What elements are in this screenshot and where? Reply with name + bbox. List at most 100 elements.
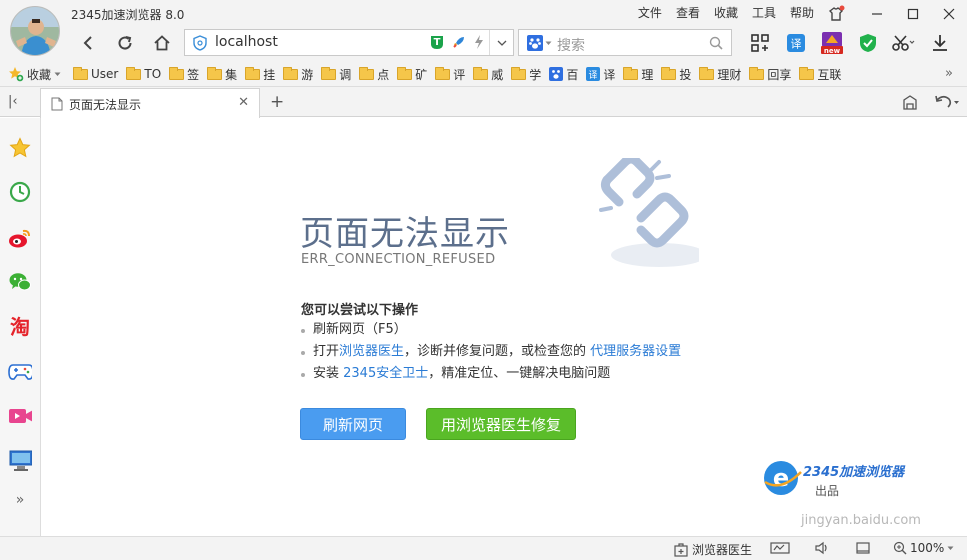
bookmark-item[interactable]: 游	[283, 66, 313, 83]
bookmark-item[interactable]: 投	[661, 66, 691, 83]
maximize-icon[interactable]	[895, 0, 931, 28]
status-doctor-button[interactable]: 浏览器医生	[674, 541, 752, 558]
download-icon[interactable]	[922, 31, 958, 55]
tab-active[interactable]: 页面无法显示 ✕	[40, 88, 260, 118]
address-url[interactable]: localhost	[215, 34, 278, 50]
folder-icon	[799, 66, 815, 80]
bookmark-item[interactable]: 理财	[699, 66, 741, 83]
tip-doctor: 打开浏览器医生，诊断并修复问题，或检查您的 代理服务器设置	[301, 341, 681, 363]
favorites-menu[interactable]: 收藏	[8, 66, 61, 83]
bookmark-item[interactable]: 互联	[799, 66, 841, 83]
broken-link-icon	[599, 158, 699, 267]
error-page: 页面无法显示 ERR_CONNECTION_REFUSED 您可以尝试以下操作 …	[41, 118, 967, 536]
sidebar-taobao[interactable]: 淘	[8, 314, 32, 338]
bookmark-item[interactable]: 签	[169, 66, 199, 83]
address-bar[interactable]: localhost T	[184, 29, 514, 56]
sidebar-favorites[interactable]	[8, 136, 32, 160]
security-guard-link[interactable]: 2345安全卫士	[343, 366, 428, 381]
reload-button[interactable]	[113, 31, 137, 55]
address-dropdown-button[interactable]	[489, 30, 513, 55]
star-add-icon	[9, 67, 24, 82]
scissors-icon[interactable]	[886, 31, 922, 55]
speed-icon[interactable]	[770, 541, 790, 555]
bookmark-item[interactable]: 调	[321, 66, 351, 83]
back-arrow-icon	[83, 36, 92, 50]
bookmarks-more-icon[interactable]: »	[945, 66, 953, 81]
tips-list: 刷新网页（F5） 打开浏览器医生，诊断并修复问题，或检查您的 代理服务器设置 安…	[301, 319, 681, 385]
status-bar: 浏览器医生 100%	[0, 536, 967, 560]
volume-icon[interactable]	[814, 541, 830, 555]
svg-text:译: 译	[589, 70, 598, 81]
search-icon[interactable]	[709, 36, 723, 50]
menu-help[interactable]: 帮助	[783, 5, 821, 21]
minimize-icon[interactable]	[859, 0, 895, 28]
new-game-icon[interactable]: new	[814, 31, 850, 55]
bookmark-item[interactable]: 集	[207, 66, 237, 83]
chevron-down-icon	[54, 72, 61, 76]
sidebar-weibo[interactable]	[8, 226, 32, 250]
sidebar-games[interactable]	[8, 360, 32, 384]
search-box[interactable]: 搜索	[518, 29, 732, 56]
taobao-icon: 淘	[10, 315, 30, 338]
folder-icon	[661, 66, 677, 80]
bookmark-item[interactable]: 点	[359, 66, 389, 83]
apps-grid-icon[interactable]	[742, 31, 778, 55]
tab-close-icon[interactable]: ✕	[238, 95, 249, 110]
menu-view[interactable]: 查看	[669, 5, 707, 21]
folder-icon	[749, 66, 765, 80]
zoom-control[interactable]: 100%	[893, 541, 954, 555]
translate-t-icon[interactable]: T	[429, 34, 445, 50]
lightning-icon[interactable]	[473, 34, 485, 50]
window-mode-icon[interactable]	[855, 541, 871, 555]
security-shield-icon[interactable]	[850, 31, 886, 55]
browser-doctor-link[interactable]: 浏览器医生	[339, 344, 404, 359]
proxy-settings-link[interactable]: 代理服务器设置	[590, 344, 681, 359]
svg-text:T: T	[434, 37, 441, 48]
brand-logo: e 2345加速浏览器 出品	[761, 458, 904, 501]
sidebar-computer[interactable]	[8, 448, 32, 472]
folder-icon	[169, 66, 185, 80]
svg-text:e: e	[773, 464, 789, 492]
menu-favorites[interactable]: 收藏	[707, 5, 745, 21]
folder-icon	[623, 66, 639, 80]
baidu-paw-icon	[527, 35, 543, 51]
sidebar-wechat[interactable]	[8, 270, 32, 294]
app-title: 2345加速浏览器 8.0	[71, 8, 185, 22]
rocket-icon[interactable]	[451, 34, 467, 50]
sidebar-toggle-icon[interactable]: |‹	[8, 94, 18, 109]
bookmark-item[interactable]: 矿	[397, 66, 427, 83]
bookmark-item[interactable]: 百	[549, 66, 578, 83]
refresh-button[interactable]: 刷新网页	[300, 408, 406, 440]
doctor-fix-button[interactable]: 用浏览器医生修复	[426, 408, 576, 440]
new-tab-button[interactable]: +	[270, 92, 284, 112]
sidebar-more-icon[interactable]: »	[8, 488, 32, 512]
skin-icon[interactable]	[826, 4, 846, 24]
building-icon[interactable]	[901, 93, 919, 111]
bookmark-item[interactable]: 评	[435, 66, 465, 83]
bookmark-item[interactable]: 挂	[245, 66, 275, 83]
bookmark-item[interactable]: User	[73, 66, 118, 81]
user-avatar[interactable]	[10, 6, 60, 56]
search-engine-selector[interactable]	[527, 35, 552, 51]
translate-icon[interactable]: 译	[778, 31, 814, 55]
bookmark-item[interactable]: 学	[511, 66, 541, 83]
undo-icon[interactable]	[933, 93, 959, 111]
brand-name: 2345加速浏览器	[803, 465, 905, 480]
back-button[interactable]	[76, 31, 100, 55]
close-icon[interactable]	[931, 0, 967, 28]
sidebar-history[interactable]	[8, 180, 32, 204]
folder-icon	[283, 66, 299, 80]
zoom-level: 100%	[910, 541, 945, 555]
sidebar-video[interactable]	[8, 404, 32, 428]
menu-file[interactable]: 文件	[631, 5, 669, 21]
bookmark-item[interactable]: 威	[473, 66, 503, 83]
folder-icon	[321, 66, 337, 80]
bookmark-item[interactable]: TO	[126, 66, 161, 81]
home-button[interactable]	[150, 31, 174, 55]
bookmark-item[interactable]: 回享	[749, 66, 791, 83]
menu-tools[interactable]: 工具	[745, 5, 783, 21]
bookmark-item[interactable]: 理	[623, 66, 653, 83]
browser-logo-icon: e	[764, 461, 802, 495]
clock-icon	[9, 181, 31, 203]
bookmark-item[interactable]: 译 译	[586, 66, 615, 83]
